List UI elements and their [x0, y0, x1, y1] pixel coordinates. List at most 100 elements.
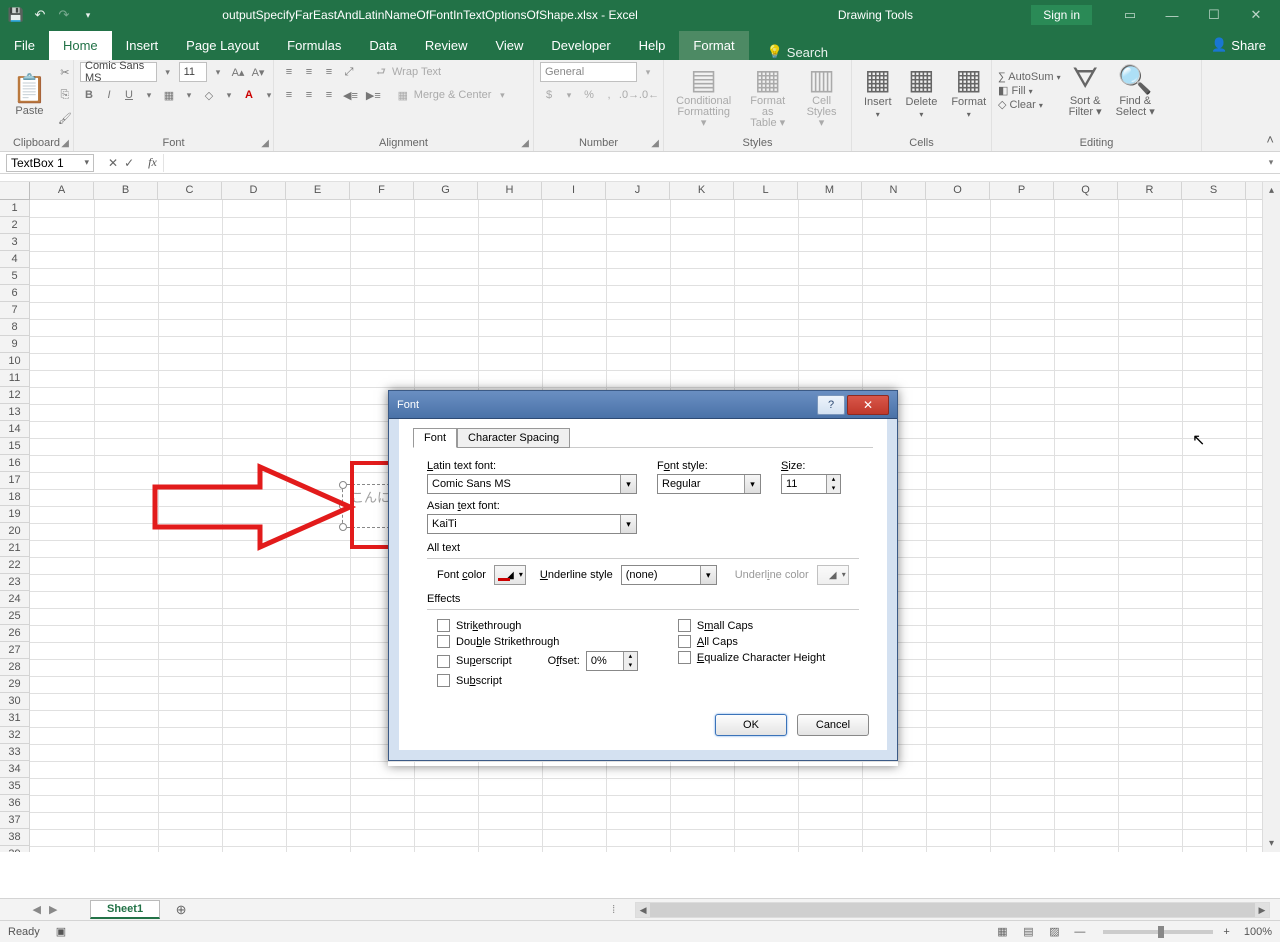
indent-decrease-icon[interactable]: ◀≡: [340, 85, 361, 105]
name-box[interactable]: TextBox 1 ▾: [6, 154, 94, 172]
row-header[interactable]: 21: [0, 540, 29, 557]
tab-page-layout[interactable]: Page Layout: [172, 31, 273, 60]
page-layout-view-icon[interactable]: ▤: [1016, 923, 1040, 941]
equalize-checkbox[interactable]: Equalize Character Height: [678, 651, 825, 664]
name-box-dd-icon[interactable]: ▾: [84, 157, 89, 168]
vertical-scrollbar[interactable]: ▴ ▾: [1262, 182, 1280, 852]
horizontal-scrollbar[interactable]: ◀ ▶: [635, 902, 1270, 918]
tab-insert[interactable]: Insert: [112, 31, 173, 60]
decrease-decimal-icon[interactable]: .0←: [640, 85, 658, 105]
column-header[interactable]: F: [350, 182, 414, 199]
size-input[interactable]: 11 ▴▾: [781, 474, 841, 494]
column-header[interactable]: K: [670, 182, 734, 199]
column-header[interactable]: M: [798, 182, 862, 199]
row-header[interactable]: 31: [0, 710, 29, 727]
small-caps-checkbox[interactable]: Small Caps: [678, 619, 825, 632]
font-name-input[interactable]: Comic Sans MS: [80, 62, 157, 82]
sort-filter-button[interactable]: ᗊ Sort &Filter ▾: [1063, 62, 1108, 120]
zoom-level[interactable]: 100%: [1244, 926, 1272, 938]
align-left-icon[interactable]: ≡: [280, 85, 298, 105]
row-header[interactable]: 30: [0, 693, 29, 710]
align-bottom-icon[interactable]: ≡: [320, 62, 338, 82]
close-icon[interactable]: ✕: [1236, 1, 1276, 29]
row-header[interactable]: 2: [0, 217, 29, 234]
tell-me-search[interactable]: 💡 Search: [749, 44, 828, 60]
offset-spinner[interactable]: ▴▾: [623, 652, 637, 670]
ribbon-display-icon[interactable]: ▭: [1110, 1, 1150, 29]
autosum-button[interactable]: ∑ AutoSum ▾: [998, 71, 1061, 83]
row-header[interactable]: 12: [0, 387, 29, 404]
number-format-input[interactable]: General: [540, 62, 637, 82]
row-header[interactable]: 3: [0, 234, 29, 251]
row-header[interactable]: 7: [0, 302, 29, 319]
font-launcher-icon[interactable]: ◢: [261, 138, 269, 149]
percent-icon[interactable]: %: [580, 85, 598, 105]
sheet-tab[interactable]: Sheet1: [90, 900, 160, 919]
column-header[interactable]: G: [414, 182, 478, 199]
strikethrough-checkbox[interactable]: Strikethrough: [437, 619, 638, 632]
add-sheet-button[interactable]: ⊕: [170, 902, 192, 918]
row-header[interactable]: 5: [0, 268, 29, 285]
fill-button[interactable]: ◧ Fill ▾: [998, 84, 1061, 97]
underline-dd-icon[interactable]: ▾: [140, 85, 158, 105]
alignment-launcher-icon[interactable]: ◢: [521, 138, 529, 149]
latin-font-input[interactable]: Comic Sans MS ▾: [427, 474, 637, 494]
normal-view-icon[interactable]: ▦: [990, 923, 1014, 941]
tab-review[interactable]: Review: [411, 31, 482, 60]
dropdown-icon[interactable]: ▾: [744, 475, 760, 493]
paste-button[interactable]: 📋 Paste: [6, 71, 53, 119]
conditional-formatting-button[interactable]: ▤ ConditionalFormatting ▾: [670, 62, 737, 131]
row-header[interactable]: 16: [0, 455, 29, 472]
row-header[interactable]: 29: [0, 676, 29, 693]
font-color-icon[interactable]: A: [240, 85, 258, 105]
cancel-button[interactable]: Cancel: [797, 714, 869, 736]
row-header[interactable]: 9: [0, 336, 29, 353]
underline-button[interactable]: U: [120, 85, 138, 105]
insert-cells-button[interactable]: ▦ Insert▾: [858, 62, 898, 121]
scroll-down-icon[interactable]: ▾: [1263, 835, 1280, 852]
row-header[interactable]: 11: [0, 370, 29, 387]
dialog-titlebar[interactable]: Font ? ✕: [389, 391, 897, 419]
row-header[interactable]: 18: [0, 489, 29, 506]
column-header[interactable]: A: [30, 182, 94, 199]
border-icon[interactable]: ▦: [160, 85, 178, 105]
save-icon[interactable]: 💾: [6, 5, 26, 25]
column-header[interactable]: P: [990, 182, 1054, 199]
font-color-button[interactable]: ◢▾: [494, 565, 526, 585]
align-right-icon[interactable]: ≡: [320, 85, 338, 105]
zoom-in-icon[interactable]: +: [1223, 926, 1229, 938]
orientation-icon[interactable]: ⤢: [340, 62, 358, 82]
column-header[interactable]: Q: [1054, 182, 1118, 199]
select-all-corner[interactable]: [0, 182, 30, 200]
tab-home[interactable]: Home: [49, 31, 112, 60]
row-header[interactable]: 39: [0, 846, 29, 852]
row-header[interactable]: 36: [0, 795, 29, 812]
bold-button[interactable]: B: [80, 85, 98, 105]
increase-decimal-icon[interactable]: .0→: [620, 85, 638, 105]
row-header[interactable]: 32: [0, 727, 29, 744]
number-launcher-icon[interactable]: ◢: [651, 138, 659, 149]
macro-recording-icon[interactable]: ▣: [56, 925, 66, 938]
row-header[interactable]: 27: [0, 642, 29, 659]
accounting-icon[interactable]: $: [540, 85, 558, 105]
indent-increase-icon[interactable]: ▶≡: [363, 85, 384, 105]
row-header[interactable]: 1: [0, 200, 29, 217]
column-header[interactable]: J: [606, 182, 670, 199]
row-header[interactable]: 37: [0, 812, 29, 829]
fill-color-icon[interactable]: ◇: [200, 85, 218, 105]
font-size-dd-icon[interactable]: ▾: [209, 62, 227, 82]
sheet-nav-prev-icon[interactable]: ◀: [33, 903, 41, 916]
clipboard-launcher-icon[interactable]: ◢: [61, 138, 69, 149]
row-header[interactable]: 14: [0, 421, 29, 438]
format-painter-icon[interactable]: 🖌: [55, 108, 75, 128]
scroll-right-icon[interactable]: ▶: [1255, 903, 1269, 917]
column-header[interactable]: L: [734, 182, 798, 199]
cell-styles-button[interactable]: ▥ CellStyles ▾: [798, 62, 845, 131]
tab-file[interactable]: File: [0, 31, 49, 60]
row-header[interactable]: 10: [0, 353, 29, 370]
tab-developer[interactable]: Developer: [537, 31, 624, 60]
column-header[interactable]: I: [542, 182, 606, 199]
zoom-slider[interactable]: [1103, 930, 1213, 934]
cancel-formula-icon[interactable]: ✕: [108, 156, 118, 170]
enter-formula-icon[interactable]: ✓: [124, 156, 134, 170]
